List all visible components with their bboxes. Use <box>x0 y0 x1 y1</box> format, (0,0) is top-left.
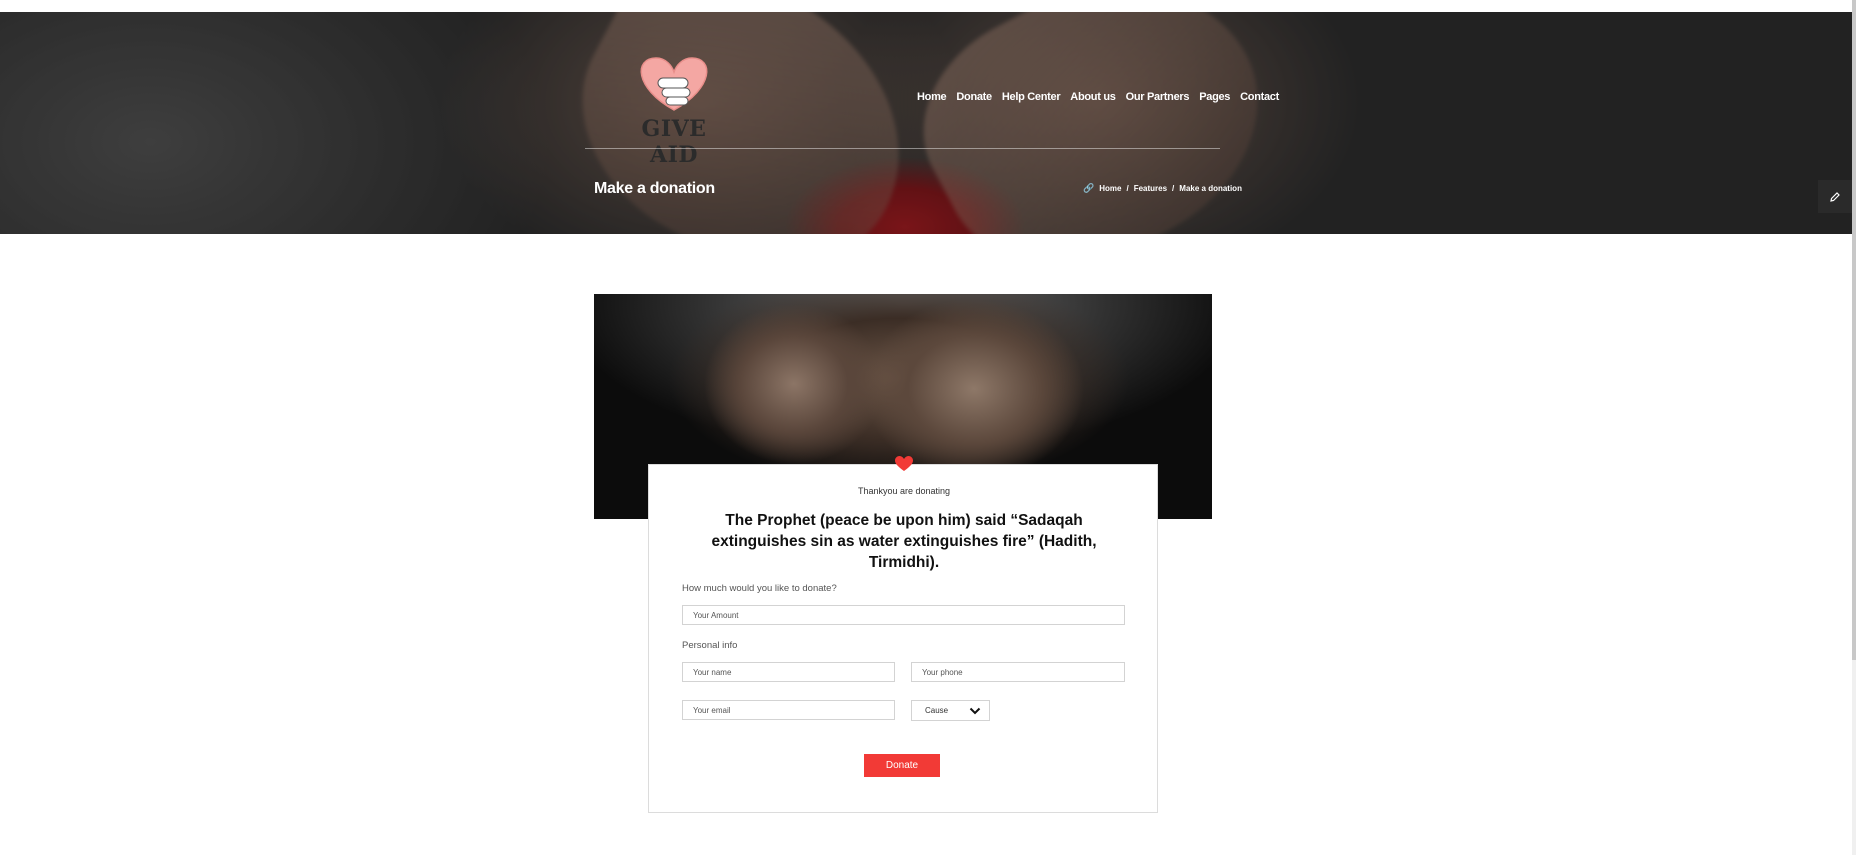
nav-our-partners[interactable]: Our Partners <box>1126 91 1190 103</box>
breadcrumb-separator: / <box>1126 184 1129 193</box>
hero-banner <box>0 12 1852 234</box>
nav-pages[interactable]: Pages <box>1199 91 1230 103</box>
hero-overlay <box>0 12 1852 234</box>
nav-donate[interactable]: Donate <box>956 91 992 103</box>
breadcrumb-features[interactable]: Features <box>1134 184 1167 193</box>
name-input[interactable]: Your name <box>682 662 895 682</box>
site-logo[interactable]: GIVE AID <box>614 50 734 168</box>
top-strip <box>0 0 1852 12</box>
scrollbar-thumb[interactable] <box>1852 0 1856 660</box>
nav-help-center[interactable]: Help Center <box>1002 91 1061 103</box>
side-edit-tab[interactable] <box>1818 180 1852 213</box>
amount-label: How much would you like to donate? <box>682 583 837 594</box>
email-input[interactable]: Your email <box>682 700 895 720</box>
breadcrumb-home[interactable]: Home <box>1099 184 1121 193</box>
breadcrumb-separator: / <box>1172 184 1175 193</box>
heart-icon <box>895 456 913 471</box>
nav-contact[interactable]: Contact <box>1240 91 1279 103</box>
nav-home[interactable]: Home <box>917 91 947 103</box>
link-icon: 🔗 <box>1083 183 1095 193</box>
heart-hands-logo-icon <box>640 57 708 111</box>
cause-select-value: Cause <box>925 706 949 715</box>
cause-select[interactable]: Cause <box>911 700 990 721</box>
personal-info-label: Personal info <box>682 640 738 651</box>
breadcrumb-current: Make a donation <box>1179 184 1242 193</box>
form-quote: The Prophet (peace be upon him) said “Sa… <box>711 512 1097 571</box>
hero-divider <box>585 148 1220 149</box>
logo-text: GIVE AID <box>641 116 707 168</box>
chevron-down-icon <box>969 707 981 715</box>
form-subtitle: Thankyou are donating <box>857 486 951 496</box>
amount-input[interactable]: Your Amount <box>682 605 1125 625</box>
pencil-icon <box>1830 191 1840 202</box>
page-title: Make a donation <box>594 180 715 197</box>
donation-form-card: Thankyou are donating The Prophet (peace… <box>648 464 1158 813</box>
breadcrumb: 🔗 Home / Features / Make a donation <box>1083 183 1242 194</box>
page: GIVE AID Home Donate Help Center About u… <box>0 0 1856 855</box>
phone-input[interactable]: Your phone <box>911 662 1125 682</box>
main-nav: Home Donate Help Center About us Our Par… <box>917 91 1279 103</box>
donate-button[interactable]: Donate <box>864 754 940 777</box>
nav-about-us[interactable]: About us <box>1070 91 1116 103</box>
